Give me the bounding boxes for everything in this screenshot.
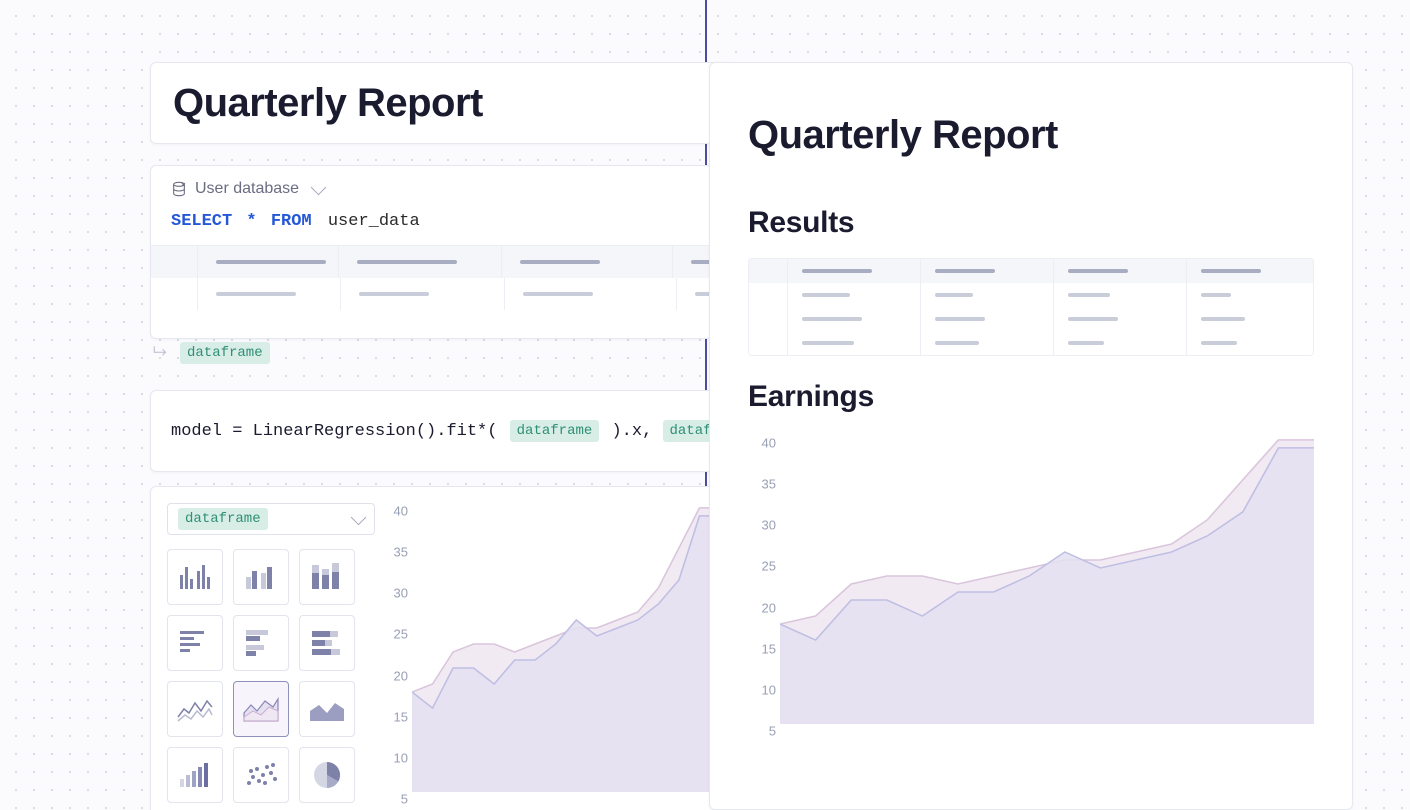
chevron-down-icon [351,509,367,525]
database-icon [171,181,187,197]
report-title: Quarterly Report [748,113,1314,158]
sql-block[interactable]: User database SELECT * FROM user_data [150,165,712,339]
earnings-heading: Earnings [748,380,1314,414]
result-table-preview [151,245,711,310]
chart-type-area[interactable] [233,681,289,737]
chart-type-bar-stacked[interactable] [299,549,355,605]
chart-type-line-multi[interactable] [167,681,223,737]
results-heading: Results [748,206,1314,240]
chart-type-hbar-stacked[interactable] [299,615,355,671]
earnings-chart: 510152025303540 [748,432,1314,732]
sql-editor[interactable]: SELECT * FROM user_data [151,202,711,245]
editor-pane: Quarterly Report User database SELECT * … [0,0,705,810]
chart-type-area-solid[interactable] [299,681,355,737]
chart-type-scatter[interactable] [233,747,289,803]
area-chart-svg [780,436,1314,724]
chart-type-hbar-thin[interactable] [167,615,223,671]
chart-y-axis: 510152025303540 [380,500,408,800]
arrow-return-icon [150,344,172,362]
output-variable-chip[interactable]: dataframe [180,342,270,364]
chart-type-bar-gradient[interactable] [167,747,223,803]
chart-type-hbar-grouped[interactable] [233,615,289,671]
code-block[interactable]: model = LinearRegression().fit*( datafra… [150,390,732,472]
rendered-report: Quarterly Report Results Earnings 510152… [709,62,1353,810]
preview-pane: Quarterly Report Results Earnings 510152… [707,0,1410,810]
database-source-label: User database [195,180,299,198]
chart-preview: 510152025303540 [380,500,720,800]
dataframe-select[interactable]: dataframe [167,503,375,535]
area-chart-svg [412,504,720,792]
chart-plot-area [412,504,720,792]
page-title: Quarterly Report [173,81,483,126]
title-block: Quarterly Report [150,62,734,144]
output-variable-indicator: dataframe [150,342,270,364]
chart-type-bar-thin[interactable] [167,549,223,605]
results-table [748,258,1314,356]
chart-plot-area [780,436,1314,724]
chart-y-axis: 510152025303540 [748,432,776,732]
chart-type-pie[interactable] [299,747,355,803]
database-source-selector[interactable]: User database [151,166,711,202]
chart-type-bar-grouped[interactable] [233,549,289,605]
chevron-down-icon [311,179,327,195]
